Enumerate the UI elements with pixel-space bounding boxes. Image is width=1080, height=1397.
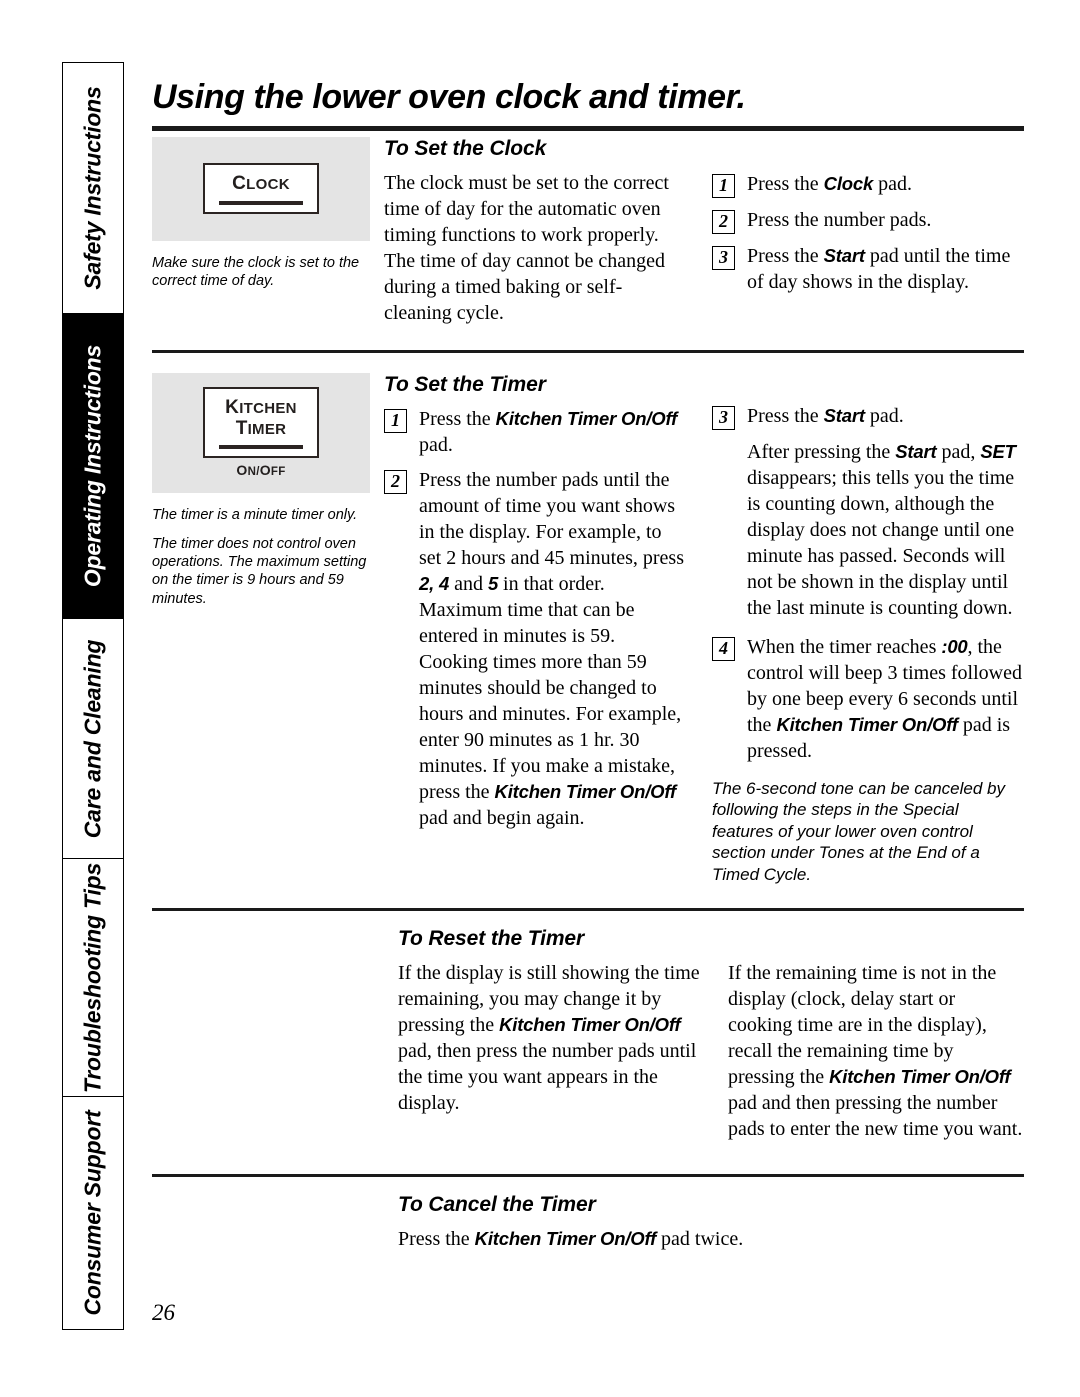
heading-to-reset-the-timer: To Reset the Timer (398, 926, 585, 950)
heading-to-set-the-clock: To Set the Clock (384, 136, 547, 160)
sidebar-item-label: Operating Instructions (79, 344, 106, 588)
step-text: Press the Start pad until the time of da… (747, 244, 1011, 293)
sidebar-item-label: Consumer Support (79, 1110, 106, 1316)
heading-to-cancel-the-timer: To Cancel the Timer (398, 1192, 596, 1216)
sidebar-item-troubleshooting-tips[interactable]: Troubleshooting Tips (62, 857, 124, 1098)
kitchen-timer-on-off-label: ON/OFF (236, 462, 286, 479)
pad-name-kitchen-timer-on-off: Kitchen Timer On/Off (495, 407, 678, 429)
step-text: Press the number pads until the amount o… (419, 468, 684, 829)
heading-to-set-the-timer: To Set the Timer (384, 372, 546, 396)
step-item: 1 Press the Kitchen Timer On/Off pad. (384, 406, 688, 458)
kitchen-timer-pad-illustration: KITCHEN TIMER ON/OFF (152, 372, 370, 493)
section-divider-3 (152, 1173, 1024, 1177)
reset-timer-right-column: If the remaining time is not in the disp… (728, 960, 1024, 1152)
pad-underline-bar (219, 200, 303, 205)
clock-pad-label: CLOCK (232, 173, 290, 195)
step-text: Press the Start pad. After pressing the … (747, 403, 1024, 621)
pad-name-digit-5: 5 (487, 572, 499, 594)
step-item: 2 Press the number pads until the amount… (384, 467, 688, 831)
pad-underline-bar (219, 445, 303, 450)
pad-name-digits-2-4: 2, 4 (419, 572, 450, 594)
timer-note-1: The timer is a minute timer only. (152, 506, 358, 523)
step-text: Press the Clock pad. (747, 172, 912, 195)
step-number: 2 (712, 209, 735, 234)
kitchen-timer-pad-label: KITCHEN TIMER (225, 397, 297, 439)
step-number: 3 (712, 405, 735, 430)
sidebar-tab-rail: Safety Instructions Operating Instructio… (62, 62, 124, 1330)
reset-timer-left-column: If the display is still showing the time… (398, 960, 728, 1126)
sidebar-item-label: Troubleshooting Tips (79, 862, 106, 1093)
section-divider-1 (152, 349, 1024, 353)
sidebar-item-care-and-cleaning[interactable]: Care and Cleaning (62, 618, 124, 859)
sidebar-item-label: Care and Cleaning (79, 639, 106, 838)
section-set-the-clock: CLOCK Make sure the clock is set to the … (152, 131, 1024, 336)
sidebar-item-label: Safety Instructions (79, 86, 106, 290)
pad-name-kitchen-timer-on-off: Kitchen Timer On/Off (776, 713, 958, 735)
step-3-continuation: After pressing the Start pad, SET disapp… (747, 440, 1016, 619)
step-item: 4 When the timer reaches :00, the contro… (712, 634, 1024, 764)
section-cancel-the-timer: To Cancel the Timer Press the Kitchen Ti… (152, 1193, 1024, 1252)
set-clock-description-column: To Set the Clock The clock must be set t… (384, 131, 712, 336)
timer-illustration-column: KITCHEN TIMER ON/OFF The timer is a minu… (152, 367, 384, 608)
pad-name-clock: Clock (823, 172, 874, 194)
step-item: 3 Press the Start pad. After pressing th… (712, 403, 1024, 621)
cancel-timer-text: Press the Kitchen Timer On/Off pad twice… (398, 1227, 744, 1250)
set-clock-steps-column: 1 Press the Clock pad. 2 Press the numbe… (712, 131, 1024, 304)
set-timer-steps-right-column: 3 Press the Start pad. After pressing th… (712, 367, 1024, 886)
pad-name-start: Start (895, 440, 937, 462)
display-value-zero-zero: :00 (941, 635, 968, 657)
step-number: 4 (712, 636, 735, 661)
pad-name-start: Start (823, 404, 865, 426)
timer-note-2: The timer does not control oven operatio… (152, 535, 367, 607)
pad-name-kitchen-timer-on-off: Kitchen Timer On/Off (494, 780, 677, 802)
step-item: 1 Press the Clock pad. (712, 171, 1024, 198)
page-title: Using the lower oven clock and timer. (152, 78, 746, 116)
display-indicator-set: SET (980, 440, 1016, 462)
section-reset-the-timer: To Reset the Timer If the display is sti… (152, 927, 1024, 1152)
step-number: 3 (712, 245, 735, 270)
sidebar-item-consumer-support[interactable]: Consumer Support (62, 1096, 124, 1330)
section-divider-2 (152, 907, 1024, 911)
page-content: Using the lower oven clock and timer. CL… (152, 62, 1024, 1262)
sidebar-item-safety-instructions[interactable]: Safety Instructions (62, 62, 124, 314)
step-item: 2 Press the number pads. (712, 207, 1024, 234)
step-number: 1 (384, 408, 407, 433)
section-set-the-timer: KITCHEN TIMER ON/OFF The timer is a minu… (152, 367, 1024, 886)
pad-name-kitchen-timer-on-off: Kitchen Timer On/Off (829, 1065, 1011, 1087)
step-number: 2 (384, 469, 407, 494)
pad-name-kitchen-timer-on-off: Kitchen Timer On/Off (474, 1227, 657, 1249)
reset-timer-left-text: If the display is still showing the time… (398, 961, 700, 1114)
set-timer-steps-left-column: To Set the Timer 1 Press the Kitchen Tim… (384, 367, 712, 840)
step-text: Press the Kitchen Timer On/Off pad. (419, 407, 678, 456)
clock-pad-illustration: CLOCK (152, 136, 370, 241)
sidebar-item-operating-instructions[interactable]: Operating Instructions (62, 312, 124, 620)
clock-illustration-column: CLOCK Make sure the clock is set to the … (152, 131, 384, 291)
step-number: 1 (712, 173, 735, 198)
step-text: When the timer reaches :00, the control … (747, 635, 1022, 762)
reset-timer-right-text: If the remaining time is not in the disp… (728, 961, 1023, 1140)
timer-tone-footnote: The 6-second tone can be canceled by fol… (712, 778, 1005, 884)
clock-pad-graphic: CLOCK (203, 163, 319, 214)
kitchen-timer-pad-graphic: KITCHEN TIMER (203, 387, 319, 459)
page-number: 26 (152, 1300, 175, 1325)
set-clock-body-text: The clock must be set to the correct tim… (384, 171, 669, 324)
clock-note: Make sure the clock is set to the correc… (152, 254, 360, 289)
step-item: 3 Press the Start pad until the time of … (712, 243, 1024, 295)
step-text: Press the number pads. (747, 208, 932, 231)
pad-name-start: Start (823, 244, 865, 266)
pad-name-kitchen-timer-on-off: Kitchen Timer On/Off (499, 1013, 681, 1035)
